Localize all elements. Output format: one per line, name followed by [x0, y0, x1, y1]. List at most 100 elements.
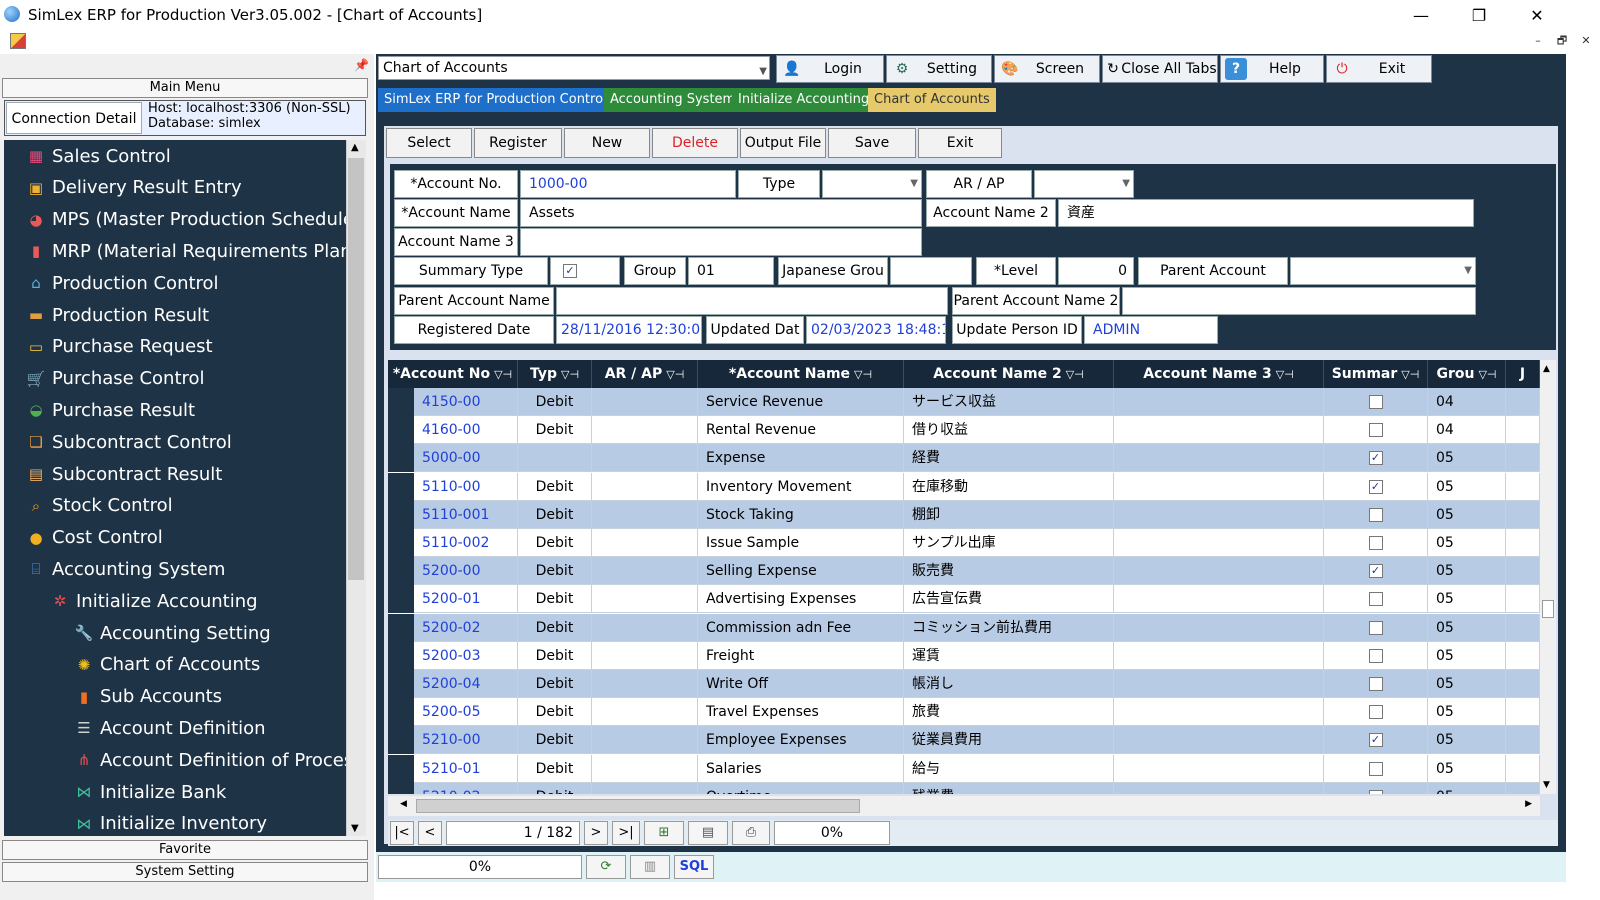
favorite-tab[interactable]: Favorite [2, 840, 368, 860]
sidebar-item-accounting-system[interactable]: ⌸ Accounting System [26, 553, 225, 585]
account-name-field[interactable]: Assets [520, 199, 922, 227]
screen-selector[interactable]: Chart of Accounts ▼ [378, 56, 770, 80]
cell-arap[interactable] [592, 388, 698, 416]
breadcrumb-chart-of-accounts[interactable]: Chart of Accounts [868, 88, 996, 112]
unchecked-checkbox[interactable] [1368, 705, 1383, 720]
row-selector[interactable] [388, 585, 414, 614]
table-row[interactable]: 5210-00 Debit Employee Expenses 従業員費用 ✓ 05 [388, 726, 1540, 755]
connection-detail-button[interactable]: Connection Detail [6, 102, 142, 134]
maximize-button[interactable]: ❐ [1456, 0, 1502, 30]
cell-group[interactable]: 05 [1428, 472, 1506, 501]
cell-no[interactable]: 5110-00 [414, 472, 518, 501]
cell-arap[interactable] [592, 529, 698, 557]
cell-name[interactable]: Freight [698, 641, 904, 670]
cell-arap[interactable] [592, 670, 698, 698]
cell-name3[interactable] [1114, 472, 1324, 501]
sidebar-item-subcontract-result[interactable]: ▤ Subcontract Result [26, 458, 222, 490]
column-header-ar-ap[interactable]: AR / AP ▽⊣ [592, 360, 698, 388]
sidebar-item-purchase-result[interactable]: ◒ Purchase Result [26, 394, 195, 426]
scroll-down-icon[interactable]: ▼ [1543, 780, 1550, 790]
cell-name[interactable]: Overtime [698, 782, 904, 794]
table-row[interactable]: 4160-00 Debit Rental Revenue 借り収益 04 [388, 416, 1540, 445]
summary-cell[interactable]: ✓ [1324, 472, 1428, 501]
delete-button[interactable]: Delete [652, 128, 738, 158]
type-select[interactable]: ▼ [822, 170, 922, 198]
cell-extra[interactable] [1506, 613, 1540, 642]
cell-group[interactable]: 05 [1428, 529, 1506, 557]
row-selector[interactable] [388, 613, 414, 642]
new-button[interactable]: New [564, 128, 650, 158]
calendar-icon[interactable]: ▤ [688, 821, 728, 845]
cell-group[interactable]: 05 [1428, 698, 1506, 727]
sidebar-item-sub-accounts[interactable]: ▮ Sub Accounts [74, 681, 222, 713]
chevron-down-icon[interactable]: ▼ [759, 61, 767, 83]
row-selector[interactable] [388, 388, 414, 416]
summary-cell[interactable] [1324, 529, 1428, 557]
cell-group[interactable]: 05 [1428, 726, 1506, 755]
sidebar-item-accounting-setting[interactable]: 🔧 Accounting Setting [74, 617, 271, 649]
table-row[interactable]: 5200-03 Debit Freight 運賃 05 [388, 641, 1540, 670]
filter-icon[interactable]: ▽⊣ [1401, 368, 1419, 381]
sidebar-item-delivery-result-entry[interactable]: ▣ Delivery Result Entry [26, 172, 242, 204]
cell-type[interactable]: Debit [518, 472, 592, 501]
sidebar-item-mrp-material-requirements-plann[interactable]: ▮ MRP (Material Requirements Plann [26, 235, 346, 267]
cell-extra[interactable] [1506, 388, 1540, 416]
mdi-minimize-button[interactable]: – [1530, 33, 1546, 49]
table-row[interactable]: 5200-00 Debit Selling Expense 販売費 ✓ 05 [388, 557, 1540, 586]
scroll-right-icon[interactable]: ▶ [1525, 799, 1532, 809]
account-no-field[interactable]: 1000-00 [520, 170, 736, 198]
row-selector[interactable] [388, 472, 414, 501]
unchecked-checkbox[interactable] [1368, 536, 1383, 550]
register-button[interactable]: Register [474, 128, 562, 158]
cell-extra[interactable] [1506, 698, 1540, 727]
filter-icon[interactable]: ▽⊣ [1478, 368, 1496, 381]
cell-arap[interactable] [592, 782, 698, 794]
unchecked-checkbox[interactable] [1368, 592, 1383, 607]
cell-type[interactable]: Debit [518, 529, 592, 557]
cell-no[interactable]: 4160-00 [414, 416, 518, 445]
row-selector[interactable] [388, 557, 414, 586]
cell-group[interactable]: 05 [1428, 613, 1506, 642]
cell-name[interactable]: Service Revenue [698, 388, 904, 416]
unchecked-checkbox[interactable] [1368, 761, 1383, 776]
cell-type[interactable]: Debit [518, 500, 592, 529]
summary-cell[interactable] [1324, 641, 1428, 670]
mdi-close-button[interactable]: ✕ [1578, 33, 1594, 49]
breadcrumb-initialize-accounting[interactable]: Initialize Accounting [732, 88, 876, 112]
filter-icon[interactable]: ▽⊣ [1276, 368, 1294, 381]
cell-type[interactable]: Debit [518, 557, 592, 586]
cell-arap[interactable] [592, 754, 698, 783]
cell-arap[interactable] [592, 500, 698, 529]
cell-name[interactable]: Rental Revenue [698, 416, 904, 445]
menu-scroll-thumb[interactable] [348, 158, 364, 580]
row-selector[interactable] [388, 698, 414, 727]
cell-name2[interactable]: 運賃 [904, 641, 1114, 670]
account-name2-field[interactable]: 資産 [1058, 199, 1474, 227]
select-button[interactable]: Select [386, 128, 472, 158]
filter-icon[interactable]: ▽⊣ [494, 368, 512, 381]
cell-type[interactable]: Debit [518, 641, 592, 670]
cell-name3[interactable] [1114, 416, 1324, 445]
screen-button[interactable]: 🎨 Screen [994, 55, 1100, 83]
chevron-down-icon[interactable]: ▼ [1464, 258, 1472, 284]
cell-group[interactable]: 05 [1428, 500, 1506, 529]
sql-button[interactable]: SQL [674, 855, 714, 879]
row-selector[interactable] [388, 670, 414, 698]
prev-record-button[interactable]: < [418, 821, 442, 845]
cell-name2[interactable]: 旅費 [904, 698, 1114, 727]
cell-name2[interactable]: 棚卸 [904, 500, 1114, 529]
cell-group[interactable]: 05 [1428, 782, 1506, 794]
filter-icon[interactable]: ▽⊣ [1066, 368, 1084, 381]
unchecked-checkbox[interactable] [1368, 507, 1383, 522]
cell-extra[interactable] [1506, 529, 1540, 557]
column-header-typ[interactable]: Typ ▽⊣ [518, 360, 592, 388]
cell-extra[interactable] [1506, 416, 1540, 445]
cell-type[interactable]: Debit [518, 613, 592, 642]
cell-name2[interactable]: コミッション前払費用 [904, 613, 1114, 642]
login-button[interactable]: 👤 Login [776, 55, 884, 83]
summary-type-checkbox[interactable]: ✓ [563, 264, 577, 278]
cell-arap[interactable] [592, 472, 698, 501]
column-header-account-name[interactable]: *Account Name ▽⊣ [698, 360, 904, 388]
chevron-down-icon[interactable]: ▼ [1122, 171, 1130, 197]
column-header-account-no[interactable]: *Account No ▽⊣ [388, 360, 518, 388]
